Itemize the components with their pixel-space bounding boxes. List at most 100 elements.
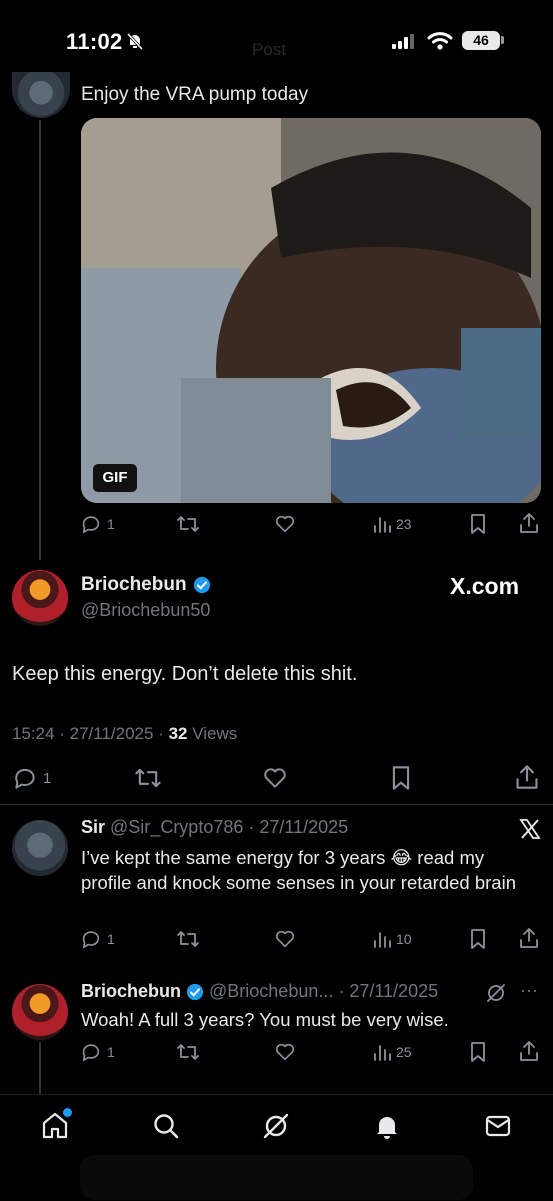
reply2-name[interactable]: Briochebun <box>81 981 181 1002</box>
bookmark-icon <box>471 929 485 949</box>
main-reply-button[interactable]: 1 <box>12 765 51 791</box>
reply1-header: Sir @Sir_Crypto786 · 27/11/2025 <box>81 817 348 838</box>
grok-icon[interactable] <box>262 1112 290 1140</box>
views-count: 23 <box>396 516 412 532</box>
views-number: 32 <box>168 724 188 743</box>
divider <box>0 804 553 805</box>
reply1-bookmark-button[interactable] <box>468 928 488 950</box>
status-time: 11:02 <box>66 29 123 54</box>
avatar-sir[interactable] <box>12 72 70 118</box>
reply2-retweet-button[interactable] <box>176 1041 200 1063</box>
author-row: Briochebun <box>81 574 211 596</box>
reply2-text: Woah! A full 3 years? You must be very w… <box>81 1009 449 1030</box>
laughing-emoji: 😂 <box>390 847 413 868</box>
share-button[interactable] <box>518 512 540 534</box>
bookmark-button[interactable] <box>468 513 488 535</box>
verified-badge-icon <box>193 576 210 594</box>
main-post-text: Keep this energy. Don’t delete this shit… <box>12 663 358 685</box>
post-timestamp[interactable]: 15:24 · 27/11/2025 · <box>12 724 164 743</box>
mail-icon[interactable] <box>484 1113 512 1139</box>
reply1-text: I’ve kept the same energy for 3 years 😂 … <box>81 845 531 895</box>
gif-image <box>81 118 541 503</box>
avatar-briochebun[interactable] <box>12 984 68 1040</box>
reply2-views-count: 25 <box>396 1044 412 1060</box>
wifi-icon <box>427 32 453 50</box>
reply2-bookmark-button[interactable] <box>468 1041 488 1063</box>
reply-count: 1 <box>107 516 115 532</box>
reply1-views-count: 10 <box>396 931 412 947</box>
main-share-button[interactable] <box>514 764 540 790</box>
views-icon <box>374 517 391 533</box>
reply-icon <box>82 931 100 949</box>
reply2-reply-count: 1 <box>107 1044 115 1060</box>
share-icon <box>520 513 538 533</box>
gif-badge: GIF <box>93 464 137 492</box>
reply-icon <box>82 516 100 534</box>
battery-tip <box>501 36 504 44</box>
like-icon <box>275 1043 295 1061</box>
reply1-share-button[interactable] <box>518 927 540 949</box>
views-icon <box>374 932 391 948</box>
reply1-reply-count: 1 <box>107 931 115 947</box>
views-button[interactable]: 23 <box>373 514 412 534</box>
nav-home[interactable] <box>40 1106 74 1144</box>
silent-bell-icon <box>126 32 144 51</box>
bookmark-icon <box>471 514 485 534</box>
reply-button[interactable]: 1 <box>80 513 115 535</box>
reply2-reply-button[interactable]: 1 <box>80 1041 115 1063</box>
reply1-reply-button[interactable]: 1 <box>80 928 115 950</box>
battery-indicator: 46 <box>462 31 500 50</box>
reply1-views-button[interactable]: 10 <box>373 929 412 949</box>
reply2-like-button[interactable] <box>274 1041 296 1063</box>
reply2-handle-date[interactable]: @Briochebun... · 27/11/2025 <box>209 981 438 1002</box>
views-icon <box>374 1045 391 1061</box>
more-options-button[interactable]: ··· <box>520 980 538 1001</box>
reply-icon <box>15 768 35 789</box>
reply2-header: Briochebun @Briochebun... · 27/11/2025 <box>81 981 438 1002</box>
gif-media[interactable] <box>81 118 541 503</box>
retweet-icon <box>177 931 199 947</box>
like-icon <box>264 768 286 788</box>
grok-icon[interactable] <box>485 982 507 1004</box>
thread-line <box>39 1042 41 1094</box>
header-title: Post <box>252 40 287 59</box>
post-text: Enjoy the VRA pump today <box>81 84 309 105</box>
reply1-retweet-button[interactable] <box>176 928 200 950</box>
reply1-like-button[interactable] <box>274 928 296 950</box>
retweet-icon <box>135 768 161 788</box>
like-button[interactable] <box>274 513 296 535</box>
post-meta: 15:24 · 27/11/2025 · 32 Views <box>12 724 237 744</box>
xcom-watermark: X.com <box>450 573 520 599</box>
bell-icon[interactable] <box>373 1112 401 1140</box>
views-label: Views <box>192 724 238 743</box>
main-retweet-button[interactable] <box>134 765 162 791</box>
bookmark-icon <box>392 766 410 790</box>
x-logo-icon <box>519 819 541 839</box>
avatar-briochebun[interactable] <box>12 570 68 626</box>
reply2-share-button[interactable] <box>518 1040 540 1062</box>
notification-dot <box>61 1106 74 1119</box>
home-indicator <box>80 1155 473 1200</box>
reply-icon <box>82 1044 100 1062</box>
share-icon <box>520 1041 538 1061</box>
author-handle[interactable]: @Briochebun50 <box>81 600 210 621</box>
reply1-name[interactable]: Sir <box>81 817 105 837</box>
avatar-sir[interactable] <box>12 820 68 876</box>
reply2-views-button[interactable]: 25 <box>373 1042 412 1062</box>
search-icon[interactable] <box>152 1112 180 1140</box>
reply1-text-a: I’ve kept the same energy for 3 years <box>81 847 391 868</box>
like-icon <box>275 930 295 948</box>
retweet-icon <box>177 516 199 532</box>
main-like-button[interactable] <box>262 765 288 791</box>
share-icon <box>520 928 538 948</box>
signal-icon <box>392 34 414 49</box>
main-bookmark-button[interactable] <box>389 765 413 791</box>
main-reply-count: 1 <box>43 769 52 787</box>
share-icon <box>516 765 538 789</box>
reply1-handle-date[interactable]: @Sir_Crypto786 · 27/11/2025 <box>110 817 348 837</box>
retweet-icon <box>177 1044 199 1060</box>
retweet-button[interactable] <box>176 513 200 535</box>
thread-line <box>39 120 41 560</box>
author-name[interactable]: Briochebun <box>81 574 187 596</box>
verified-badge-icon <box>186 983 204 1000</box>
